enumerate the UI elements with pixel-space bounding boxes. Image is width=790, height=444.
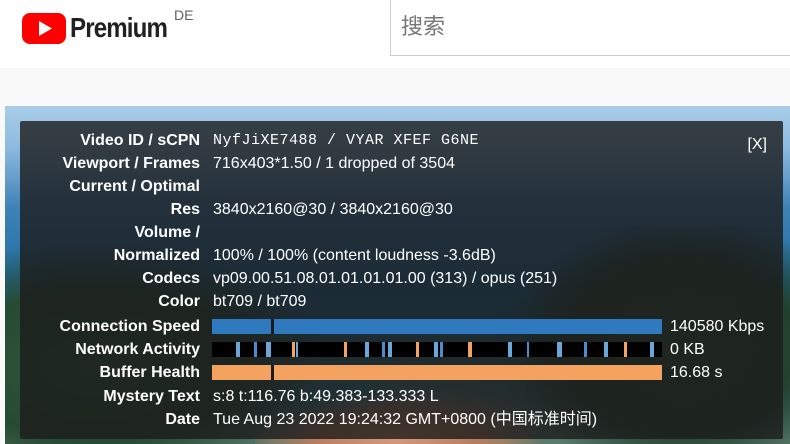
network-activity-segment bbox=[434, 342, 438, 357]
stats-label: Buffer Health bbox=[99, 364, 200, 381]
network-activity-segment bbox=[266, 342, 271, 357]
stats-row-res: Res 3840x2160@30 / 3840x2160@30 bbox=[20, 198, 783, 221]
stats-row-current-optimal: Current / Optimal bbox=[20, 175, 783, 198]
stats-label: Codecs bbox=[142, 270, 200, 287]
network-activity-segment bbox=[416, 342, 419, 357]
network-activity-segment bbox=[344, 342, 347, 357]
network-activity-segment bbox=[365, 342, 369, 357]
graph-marker bbox=[271, 365, 274, 380]
network-activity-segment bbox=[508, 342, 512, 357]
stats-value[interactable]: NyfJiXE7488 / VYAR XFEF G6NE bbox=[213, 129, 479, 152]
buffer-health-value: 16.68 s bbox=[670, 364, 723, 381]
stats-value: 716x403*1.50 / 1 dropped of 3504 bbox=[213, 155, 455, 172]
stats-row-video-id: Video ID / sCPN NyfJiXE7488 / VYAR XFEF … bbox=[20, 129, 783, 152]
stats-label: Res bbox=[170, 201, 200, 218]
connection-speed-value: 140580 Kbps bbox=[670, 318, 765, 335]
stats-label: Current / Optimal bbox=[69, 178, 200, 195]
stats-row-network-activity: Network Activity 0 KB bbox=[20, 338, 783, 361]
graph-marker bbox=[271, 319, 274, 334]
stats-row-connection-speed: Connection Speed 140580 Kbps bbox=[20, 315, 783, 338]
stats-row-normalized: Normalized 100% / 100% (content loudness… bbox=[20, 244, 783, 267]
stats-for-nerds-panel: [X] Video ID / sCPN NyfJiXE7488 / VYAR X… bbox=[20, 121, 783, 439]
search-box[interactable] bbox=[390, 0, 790, 56]
stats-label: Network Activity bbox=[75, 341, 200, 358]
stats-row-codecs: Codecs vp09.00.51.08.01.01.01.01.00 (313… bbox=[20, 267, 783, 290]
network-activity-segment bbox=[236, 342, 240, 357]
youtube-premium-logo[interactable]: Premium bbox=[22, 12, 183, 44]
stats-value: s:8 t:116.76 b:49.383-133.333 L bbox=[213, 388, 439, 405]
network-activity-segment bbox=[584, 342, 587, 357]
stats-value: Tue Aug 23 2022 19:24:32 GMT+0800 (中国标准时… bbox=[213, 411, 598, 428]
stats-label: Color bbox=[158, 293, 200, 310]
stats-row-mystery-text: Mystery Text s:8 t:116.76 b:49.383-133.3… bbox=[20, 385, 783, 408]
buffer-health-graph bbox=[212, 365, 662, 380]
network-activity-segment bbox=[388, 342, 392, 357]
stats-row-buffer-health: Buffer Health 16.68 s bbox=[20, 361, 783, 384]
network-activity-graph bbox=[212, 342, 662, 357]
network-activity-segment bbox=[527, 342, 529, 357]
network-activity-segment bbox=[382, 342, 385, 357]
stats-row-date: Date Tue Aug 23 2022 19:24:32 GMT+0800 (… bbox=[20, 408, 783, 431]
stats-label: Viewport / Frames bbox=[62, 155, 200, 172]
stats-row-viewport: Viewport / Frames 716x403*1.50 / 1 dropp… bbox=[20, 152, 783, 175]
network-activity-segment bbox=[292, 342, 295, 357]
stats-label: Mystery Text bbox=[103, 388, 200, 405]
stats-row-color: Color bt709 / bt709 bbox=[20, 290, 783, 313]
network-activity-segment bbox=[440, 342, 443, 357]
network-activity-segment bbox=[296, 342, 298, 357]
brand-name: Premium bbox=[70, 12, 168, 43]
stats-value: bt709 / bt709 bbox=[213, 293, 307, 310]
network-activity-segment bbox=[557, 342, 562, 357]
network-activity-segment bbox=[624, 342, 627, 357]
connection-speed-graph bbox=[212, 319, 662, 334]
stats-label: Date bbox=[165, 411, 200, 428]
stats-label: Video ID / sCPN bbox=[80, 132, 200, 149]
stats-label: Volume / bbox=[134, 224, 201, 241]
stats-row-volume: Volume / bbox=[20, 221, 783, 244]
stats-value: vp09.00.51.08.01.01.01.01.00 (313) / opu… bbox=[213, 270, 558, 287]
search-input[interactable] bbox=[391, 0, 790, 55]
youtube-play-icon bbox=[22, 12, 66, 44]
country-code: DE bbox=[174, 7, 194, 23]
network-activity-segment bbox=[650, 342, 654, 357]
stats-value: 100% / 100% (content loudness -3.6dB) bbox=[213, 247, 496, 264]
network-activity-segment bbox=[254, 342, 257, 357]
network-activity-segment bbox=[468, 342, 472, 357]
network-activity-segment bbox=[604, 342, 608, 357]
stats-label: Connection Speed bbox=[59, 318, 200, 335]
network-activity-value: 0 KB bbox=[670, 341, 705, 358]
stats-label: Normalized bbox=[113, 247, 200, 264]
masthead: Premium DE bbox=[0, 0, 790, 68]
stats-value: 3840x2160@30 / 3840x2160@30 bbox=[213, 201, 453, 218]
